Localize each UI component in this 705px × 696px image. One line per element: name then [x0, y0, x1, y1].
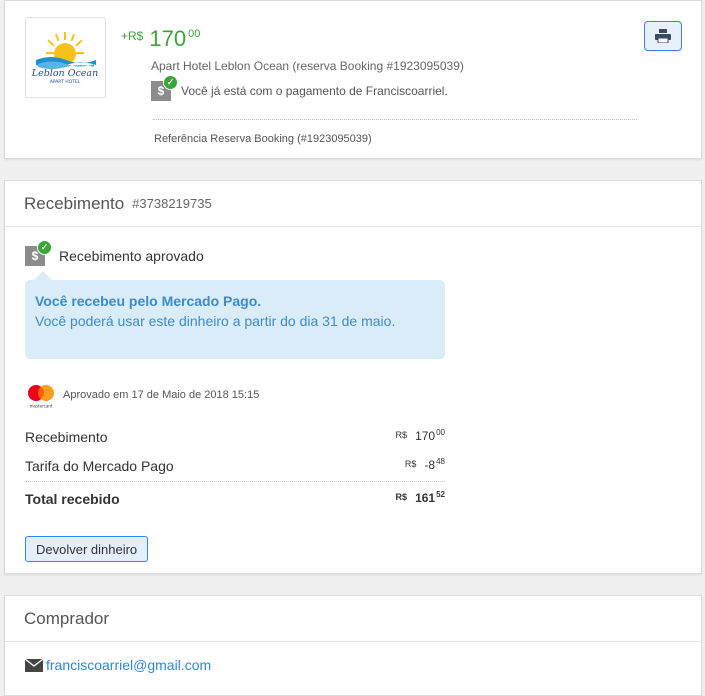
amount-cents: 00	[188, 28, 201, 40]
check-icon: ✓	[37, 240, 52, 255]
info-message-text: Você poderá usar este dinheiro a partir …	[35, 313, 396, 329]
receipt-header: Recebimento #3738219735	[5, 181, 701, 227]
svg-text:Leblon Ocean: Leblon Ocean	[31, 68, 98, 79]
row-label: Tarifa do Mercado Pago	[25, 458, 174, 474]
envelope-icon	[25, 658, 43, 672]
print-button[interactable]	[644, 21, 682, 51]
buyer-header: Comprador	[5, 596, 701, 642]
payment-status-text: Você já está com o pagamento de Francisc…	[181, 84, 448, 98]
receipt-status-text: Recebimento aprovado	[59, 248, 204, 264]
row-label: Total recebido	[25, 491, 120, 507]
buyer-email-link[interactable]: franciscoarriel@gmail.com	[46, 657, 211, 673]
receipt-title: Recebimento	[24, 193, 125, 213]
info-message-title: Você recebeu pelo Mercado Pago.	[35, 293, 262, 309]
receipt-id: #3738219735	[132, 196, 212, 211]
money-icon: $ ✓	[151, 75, 178, 101]
operation-description: Apart Hotel Leblon Ocean (reserva Bookin…	[151, 59, 464, 73]
check-icon: ✓	[163, 75, 178, 90]
payment-status: $ ✓ Você já está com o pagamento de Franc…	[151, 75, 448, 101]
row-value: R$ -8 48	[404, 457, 445, 472]
money-icon: $ ✓	[25, 240, 52, 266]
buyer-email: franciscoarriel@gmail.com	[25, 657, 211, 673]
amount-prefix: +R$	[121, 29, 144, 43]
receipt-row: Tarifa do Mercado Pago R$ -8 48	[25, 457, 445, 474]
divider	[153, 119, 637, 120]
amount-integer: 170	[149, 26, 187, 51]
amount-received: +R$ 170 00	[121, 27, 200, 51]
refund-button[interactable]: Devolver dinheiro	[25, 536, 149, 562]
receipt-status: $ ✓ Recebimento aprovado	[25, 240, 204, 266]
divider	[25, 481, 445, 482]
receipt-row: Recebimento R$ 170 00	[25, 428, 445, 445]
svg-text:mastercard: mastercard	[30, 404, 53, 409]
row-value: R$ 170 00	[395, 428, 445, 443]
row-value: R$ 161 52	[395, 490, 445, 505]
sun-wave-logo-icon: Leblon Ocean APART HOTEL	[31, 32, 98, 85]
receipt-card: Recebimento #3738219735 $ ✓ Recebimento a…	[4, 180, 702, 574]
booking-reference: Referência Reserva Booking (#1923095039)	[154, 133, 372, 145]
approval-date: Aprovado em 17 de Maio de 2018 15:15	[63, 389, 260, 401]
info-message: Você recebeu pelo Mercado Pago. Você pod…	[25, 271, 445, 359]
print-icon	[655, 29, 671, 43]
row-label: Recebimento	[25, 429, 108, 445]
mastercard-icon: mastercard	[25, 383, 57, 409]
buyer-title: Comprador	[24, 608, 110, 628]
receipt-total-row: Total recebido R$ 161 52	[25, 490, 445, 507]
operation-card: Leblon Ocean APART HOTEL +R$ 170 00 Apar…	[4, 0, 702, 159]
buyer-card: Comprador franciscoarriel@gmail.com	[4, 595, 702, 696]
hotel-logo: Leblon Ocean APART HOTEL	[25, 17, 106, 98]
svg-text:APART HOTEL: APART HOTEL	[50, 79, 81, 85]
